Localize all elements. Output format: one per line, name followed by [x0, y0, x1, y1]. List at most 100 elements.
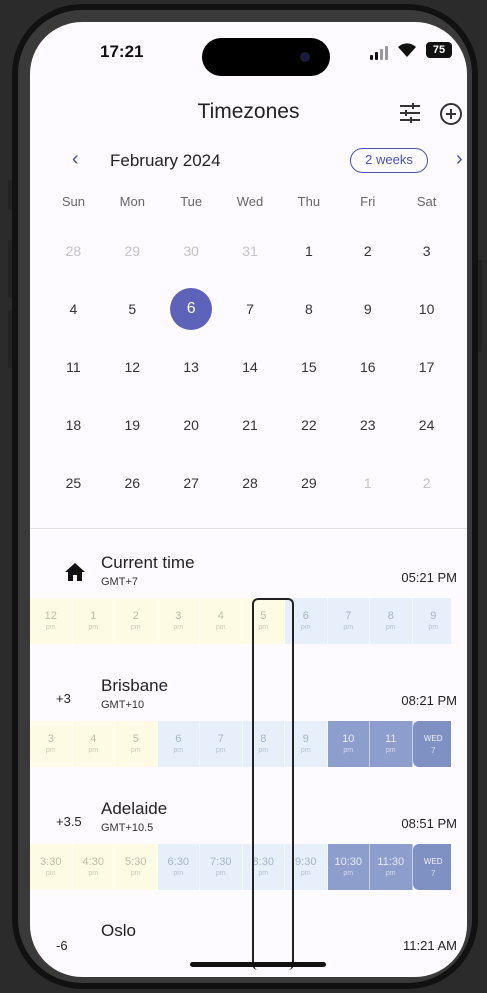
- calendar-day[interactable]: 1: [338, 454, 397, 512]
- timezone-local-time: 11:21 AM: [403, 938, 457, 953]
- timezone-name: Current time: [101, 553, 195, 572]
- calendar-day[interactable]: 10: [397, 280, 456, 338]
- hour-cell[interactable]: 3 pm: [157, 598, 200, 644]
- next-day-marker[interactable]: WED 7: [412, 721, 451, 767]
- calendar-day[interactable]: 9: [338, 280, 397, 338]
- calendar-week: 18 19 20 21 22 23 24: [44, 396, 456, 454]
- hour-cell[interactable]: 10 pm: [327, 721, 370, 767]
- calendar-day[interactable]: 14: [221, 338, 280, 396]
- calendar-day[interactable]: 23: [338, 396, 397, 454]
- calendar-day[interactable]: 19: [103, 396, 162, 454]
- hour-cell[interactable]: 6:30 pm: [157, 844, 200, 890]
- home-indicator[interactable]: [190, 962, 326, 967]
- calendar-grid: Sun Mon Tue Wed Thu Fri Sat 28 29 30 31 1 2 3 4 5 6 7 8 9 10…: [44, 194, 456, 512]
- calendar-day[interactable]: 2: [338, 222, 397, 280]
- calendar-day-selected[interactable]: 6: [162, 280, 221, 338]
- calendar-day[interactable]: 11: [44, 338, 103, 396]
- weekday-label: Sun: [61, 194, 85, 209]
- hour-cell[interactable]: 4 pm: [200, 598, 243, 644]
- calendar-day[interactable]: 29: [103, 222, 162, 280]
- calendar-day[interactable]: 18: [44, 396, 103, 454]
- calendar-day[interactable]: 17: [397, 338, 456, 396]
- calendar-day[interactable]: 3: [397, 222, 456, 280]
- calendar-day[interactable]: 26: [103, 454, 162, 512]
- calendar-day[interactable]: 24: [397, 396, 456, 454]
- calendar-week: 28 29 30 31 1 2 3: [44, 222, 456, 280]
- timezone-local-time: 08:51 PM: [401, 816, 457, 831]
- timezone-offset: +3.5: [56, 814, 82, 829]
- cellular-signal-icon: [370, 46, 392, 60]
- next-day-marker[interactable]: WED 7: [412, 844, 451, 890]
- hour-strip[interactable]: 3pm4pm5pm6pm7pm8pm9pm10pm11pmWED71: [30, 721, 451, 767]
- weekday-label: Mon: [119, 194, 145, 209]
- weekday-header: Sun Mon Tue Wed Thu Fri Sat: [44, 194, 456, 222]
- home-icon: [64, 562, 86, 588]
- phone-frame: 17:21 75 Timezones ‹ February 2024 2 wee…: [8, 4, 482, 989]
- timezone-gmt: GMT+10.5: [101, 822, 154, 834]
- status-time: 17:21: [100, 42, 144, 61]
- calendar-day[interactable]: 27: [162, 454, 221, 512]
- tune-icon[interactable]: [398, 102, 422, 130]
- calendar-day[interactable]: 13: [162, 338, 221, 396]
- calendar-day[interactable]: 30: [162, 222, 221, 280]
- hour-cell[interactable]: 12 pm: [30, 598, 73, 644]
- hour-cell[interactable]: 11:30 pm: [370, 844, 413, 890]
- calendar-day[interactable]: 31: [221, 222, 280, 280]
- calendar-day[interactable]: 29: [279, 454, 338, 512]
- hour-cell[interactable]: 7 pm: [200, 721, 243, 767]
- chevron-left-icon[interactable]: ‹: [72, 148, 79, 171]
- calendar-week: 11 12 13 14 15 16 17: [44, 338, 456, 396]
- calendar-day[interactable]: 20: [162, 396, 221, 454]
- battery-icon: 75: [426, 42, 452, 58]
- hour-cell[interactable]: 9 pm: [412, 598, 451, 644]
- volume-down-button: [8, 310, 12, 368]
- timezone-name: Adelaide: [101, 799, 168, 818]
- divider: [30, 528, 467, 529]
- weekday-label: Thu: [297, 194, 321, 209]
- calendar-day[interactable]: 16: [338, 338, 397, 396]
- calendar-day[interactable]: 21: [221, 396, 280, 454]
- hour-cell[interactable]: 5:30 pm: [115, 844, 158, 890]
- hour-cell[interactable]: 3:30 pm: [30, 844, 73, 890]
- weekday-label: Sat: [416, 194, 437, 209]
- mute-switch: [8, 180, 12, 210]
- calendar-day[interactable]: 4: [44, 280, 103, 338]
- calendar-day[interactable]: 12: [103, 338, 162, 396]
- volume-up-button: [8, 240, 12, 298]
- add-circle-icon[interactable]: [439, 102, 463, 132]
- range-toggle-button[interactable]: 2 weeks: [350, 148, 428, 173]
- calendar-day[interactable]: 2: [397, 454, 456, 512]
- calendar-day[interactable]: 1: [279, 222, 338, 280]
- hour-cell[interactable]: 2 pm: [115, 598, 158, 644]
- hour-cell[interactable]: 10:30 pm: [327, 844, 370, 890]
- calendar-week: 4 5 6 7 8 9 10: [44, 280, 456, 338]
- calendar-day[interactable]: 5: [103, 280, 162, 338]
- hour-strip[interactable]: 3:30 pm 4:30 pm 5:30 pm 6:30 pm 7:30 pm 8:30 pm 9:30…: [30, 844, 451, 890]
- hour-cell[interactable]: 5 pm: [115, 721, 158, 767]
- chevron-right-icon[interactable]: ›: [456, 148, 463, 171]
- weekday-label: Fri: [360, 194, 376, 209]
- calendar-day[interactable]: 8: [279, 280, 338, 338]
- month-navigation: ‹ February 2024 2 weeks ›: [30, 148, 467, 174]
- hour-cell[interactable]: 4 pm: [72, 721, 115, 767]
- app-screen: 17:21 75 Timezones ‹ February 2024 2 wee…: [30, 22, 467, 977]
- calendar-day[interactable]: 25: [44, 454, 103, 512]
- calendar-day[interactable]: 28: [44, 222, 103, 280]
- hour-cell[interactable]: 11 pm: [370, 721, 413, 767]
- calendar-day[interactable]: 22: [279, 396, 338, 454]
- hour-cell[interactable]: 4:30 pm: [72, 844, 115, 890]
- calendar-day[interactable]: 15: [279, 338, 338, 396]
- hour-cell[interactable]: 3 pm: [30, 721, 73, 767]
- hour-cell[interactable]: 7 pm: [327, 598, 370, 644]
- timezone-offset: -6: [56, 938, 68, 953]
- timezone-name: Oslo: [101, 921, 136, 940]
- hour-strip[interactable]: 12pm1pm2pm3pm4pm5pm6pm7pm8pm9pm10: [30, 598, 451, 644]
- hour-cell[interactable]: 1 pm: [72, 598, 115, 644]
- calendar-day[interactable]: 7: [221, 280, 280, 338]
- wifi-icon: [397, 42, 417, 63]
- calendar-day[interactable]: 28: [221, 454, 280, 512]
- status-bar: 17:21 75: [30, 22, 467, 82]
- hour-cell[interactable]: 7:30 pm: [200, 844, 243, 890]
- hour-cell[interactable]: 6 pm: [157, 721, 200, 767]
- hour-cell[interactable]: 8 pm: [370, 598, 413, 644]
